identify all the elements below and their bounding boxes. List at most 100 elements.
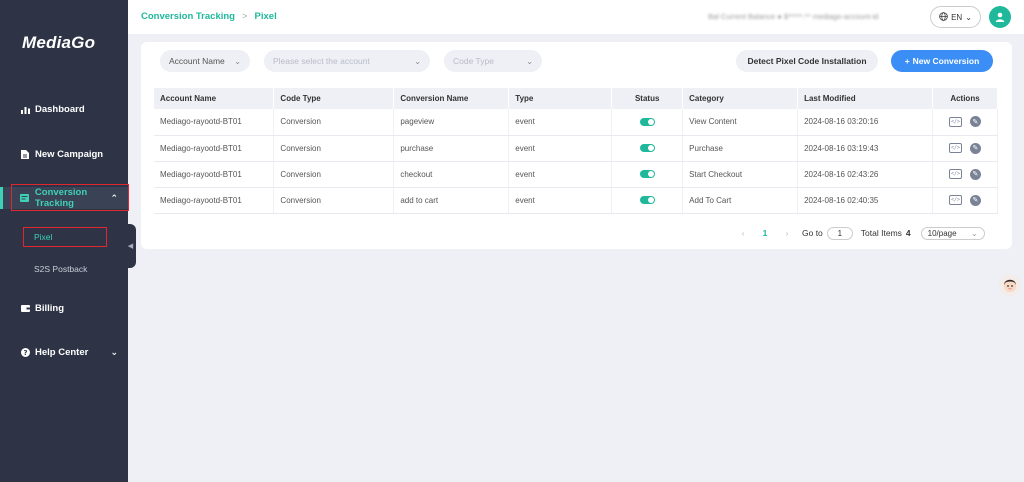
sidebar: MediaGo Dashboard New Campaign Conversio… [0, 0, 129, 482]
edit-icon[interactable]: ✎ [969, 168, 981, 180]
cell-category: Start Checkout [682, 161, 799, 188]
chart-icon [20, 104, 30, 114]
cell-actions: </> ✎ [932, 109, 999, 136]
cell-last-modified: 2024-08-16 03:19:43 [797, 135, 933, 162]
view-code-icon[interactable]: </> [948, 195, 962, 205]
status-toggle[interactable] [639, 170, 655, 179]
account-name-filter-select[interactable]: Account Name ⌄ [160, 50, 250, 72]
table-row: Mediago-rayootd-BT01 Conversion checkout… [154, 161, 999, 188]
language-selector[interactable]: EN ⌄ [930, 6, 981, 28]
table-row: Mediago-rayootd-BT01 Conversion purchase… [154, 135, 999, 162]
cell-status [611, 109, 684, 136]
language-label: EN [951, 12, 963, 22]
cell-last-modified: 2024-08-16 03:20:16 [797, 109, 933, 136]
column-header-conversion-name: Conversion Name [393, 88, 510, 109]
cell-type: event [508, 135, 613, 162]
wallet-icon [20, 303, 30, 313]
status-toggle[interactable] [639, 118, 655, 127]
chevron-down-icon: ⌄ [970, 228, 978, 238]
cell-code-type: Conversion [273, 161, 395, 188]
breadcrumb-item-conversion-tracking[interactable]: Conversion Tracking [141, 11, 235, 22]
cell-category: Purchase [682, 135, 799, 162]
sidebar-item-dashboard[interactable]: Dashboard [0, 98, 128, 120]
cell-status [611, 135, 684, 162]
account-name-filter-label: Account Name [169, 56, 225, 66]
detect-pixel-button[interactable]: Detect Pixel Code Installation [736, 50, 878, 72]
new-conversion-button[interactable]: + New Conversion [891, 50, 993, 72]
sidebar-item-label: Dashboard [35, 103, 85, 115]
page-size-value: 10/page [927, 228, 957, 238]
plus-icon: + [904, 56, 910, 66]
active-indicator [0, 187, 3, 209]
pagination: ‹ 1 › Go to 1 Total Items 4 10/page ⌄ [736, 226, 985, 240]
chevron-down-icon: ⌄ [414, 56, 421, 66]
cell-conversion-name: add to cart [393, 187, 510, 214]
status-toggle[interactable] [639, 196, 655, 205]
cell-conversion-name: pageview [393, 109, 510, 136]
column-header-type: Type [508, 88, 613, 109]
edit-icon[interactable]: ✎ [969, 194, 981, 206]
mediago-logo: MediaGo [22, 33, 96, 52]
code-type-select[interactable]: Code Type ⌄ [444, 50, 542, 72]
document-icon [20, 149, 30, 159]
goto-label: Go to [802, 228, 823, 238]
sidebar-item-label: New Campaign [35, 148, 104, 160]
sidebar-item-new-campaign[interactable]: New Campaign [0, 143, 128, 165]
conversion-table: Account Name Code Type Conversion Name T… [154, 88, 999, 214]
chevron-down-icon: ⌄ [234, 56, 241, 66]
cell-code-type: Conversion [273, 109, 395, 136]
account-balance: Bal Current Balance ● $*****.** mediago-… [708, 12, 879, 21]
assistant-face-icon [1004, 279, 1016, 292]
sidebar-subitem-label: S2S Postback [34, 264, 88, 274]
cell-category: View Content [682, 109, 799, 136]
column-header-category: Category [682, 88, 799, 109]
account-select[interactable]: Please select the account ⌄ [264, 50, 430, 72]
highlight-box-conversion-tracking [11, 184, 129, 211]
cell-account-name: Mediago-rayootd-BT01 [154, 135, 275, 162]
breadcrumb-item-pixel: Pixel [254, 11, 277, 22]
cell-conversion-name: checkout [393, 161, 510, 188]
page-number-current[interactable]: 1 [750, 228, 780, 238]
sidebar-collapse-handle[interactable]: ◀ [125, 224, 136, 268]
code-type-placeholder: Code Type [453, 56, 494, 66]
top-header: Conversion Tracking > Pixel Bal Current … [128, 0, 1024, 34]
chevron-down-icon: ⌄ [110, 346, 118, 357]
cell-code-type: Conversion [273, 187, 395, 214]
sidebar-subitem-s2s-postback[interactable]: S2S Postback [0, 260, 128, 278]
column-header-status: Status [611, 88, 684, 109]
edit-icon[interactable]: ✎ [969, 142, 981, 154]
support-assistant-avatar[interactable] [999, 274, 1021, 296]
edit-icon[interactable]: ✎ [969, 116, 981, 128]
new-conversion-label: New Conversion [912, 56, 980, 66]
cell-code-type: Conversion [273, 135, 395, 162]
pixel-list-card: Account Name ⌄ Please select the account… [141, 42, 1012, 249]
cell-status [611, 187, 684, 214]
sidebar-item-label: Billing [35, 302, 65, 314]
sidebar-item-label: Help Center [35, 346, 89, 358]
cell-actions: </> ✎ [932, 161, 999, 188]
cell-actions: </> ✎ [932, 135, 999, 162]
cell-category: Add To Cart [682, 187, 799, 214]
status-toggle[interactable] [639, 144, 655, 153]
globe-icon [939, 11, 948, 23]
view-code-icon[interactable]: </> [948, 116, 962, 127]
view-code-icon[interactable]: </> [948, 143, 962, 153]
user-icon [995, 12, 1005, 22]
prev-page-icon[interactable]: ‹ [736, 228, 750, 238]
sidebar-item-help-center[interactable]: ? Help Center ⌄ [0, 341, 128, 363]
goto-page-input[interactable]: 1 [826, 226, 853, 240]
cell-type: event [508, 109, 613, 136]
table-header-row: Account Name Code Type Conversion Name T… [154, 88, 999, 109]
cell-last-modified: 2024-08-16 02:43:26 [797, 161, 933, 188]
table-row: Mediago-rayootd-BT01 Conversion add to c… [154, 187, 999, 214]
account-select-placeholder: Please select the account [273, 56, 370, 66]
breadcrumb: Conversion Tracking > Pixel [141, 11, 277, 22]
user-avatar[interactable] [989, 6, 1011, 28]
view-code-icon[interactable]: </> [948, 169, 962, 179]
svg-text:?: ? [23, 349, 27, 357]
column-header-code-type: Code Type [273, 88, 395, 109]
cell-account-name: Mediago-rayootd-BT01 [154, 187, 275, 214]
next-page-icon[interactable]: › [780, 228, 794, 238]
page-size-select[interactable]: 10/page ⌄ [920, 226, 985, 240]
sidebar-item-billing[interactable]: Billing [0, 297, 128, 319]
